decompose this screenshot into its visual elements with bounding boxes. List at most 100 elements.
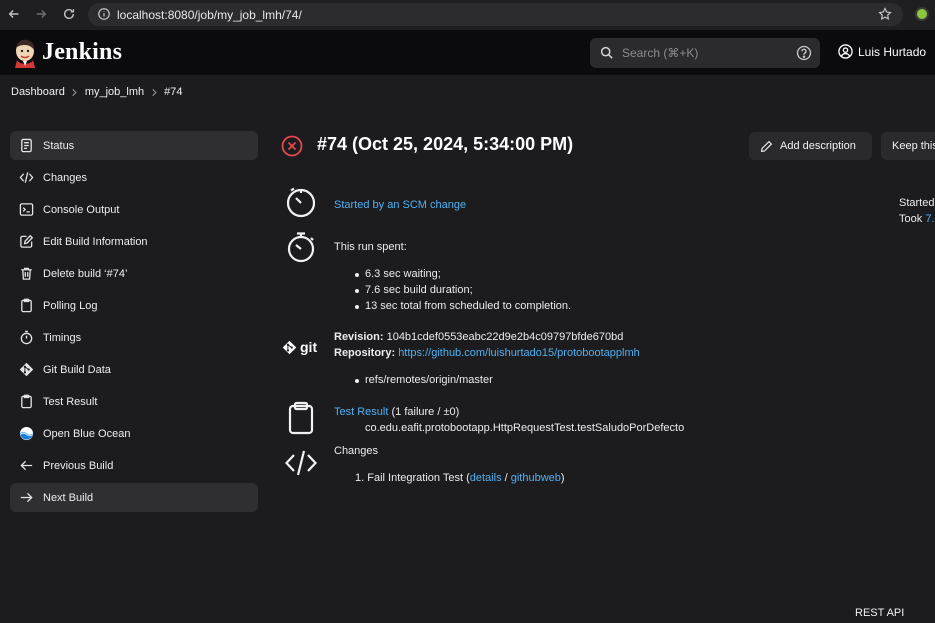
sidebar-item-changes[interactable]: Changes	[10, 163, 258, 192]
test-result-link[interactable]: Test Result	[334, 406, 388, 418]
add-description-label: Add description	[780, 140, 856, 152]
list-item: 6.3 sec waiting;	[354, 268, 571, 284]
edit-icon	[18, 234, 34, 250]
page-title: #74 (Oct 25, 2024, 5:34:00 PM)	[317, 134, 574, 154]
sidebar-item-polling-log[interactable]: Polling Log	[10, 291, 258, 320]
git-icon	[18, 362, 34, 378]
sidebar-item-label: Edit Build Information	[43, 235, 148, 248]
took-value-link[interactable]: 7.6	[925, 213, 935, 225]
user-avatar-icon	[838, 44, 853, 59]
help-icon[interactable]	[796, 45, 812, 61]
arrow-right-icon	[36, 10, 47, 18]
arrow-left-icon	[8, 10, 19, 18]
run-spent-list: 6.3 sec waiting; 7.6 sec build duration;…	[354, 268, 571, 316]
user-name[interactable]: Luis Hurtado	[858, 45, 926, 59]
failed-test-link[interactable]: co.edu.eafit.protobootapp.HttpRequestTes…	[365, 422, 684, 434]
arrow-left-icon	[18, 458, 34, 474]
run-spent-label: This run spent:	[334, 241, 407, 253]
sidebar-item-label: Delete build ‘#74’	[43, 267, 128, 280]
test-result-row: Test Result (1 failure / ±0)	[334, 406, 459, 418]
build-meta: Started Took 7.6	[899, 195, 935, 227]
back-button[interactable]	[6, 6, 22, 22]
repository-link[interactable]: https://github.com/luishurtado15/protobo…	[398, 347, 640, 359]
change-entry: 1. Fail Integration Test (details / gith…	[355, 472, 565, 484]
keep-build-label: Keep this	[892, 140, 935, 152]
chevron-right-icon	[144, 86, 164, 98]
change-text: Fail Integration Test (	[367, 472, 470, 484]
arrow-right-icon	[18, 490, 34, 506]
code-icon	[284, 446, 318, 480]
sidebar-item-status[interactable]: Status	[10, 131, 258, 160]
address-bar[interactable]: localhost:8080/job/my_job_lmh/74/	[88, 3, 903, 26]
list-item: 13 sec total from scheduled to completio…	[354, 300, 571, 316]
search-box[interactable]	[590, 38, 820, 68]
sidebar-item-label: Changes	[43, 171, 88, 184]
repository-row: Repository: https://github.com/luishurta…	[334, 347, 640, 359]
search-input[interactable]	[618, 38, 788, 68]
change-number: 1.	[355, 472, 365, 484]
jenkins-brand[interactable]: Jenkins	[42, 39, 122, 66]
sidebar-item-console-output[interactable]: Console Output	[10, 195, 258, 224]
git-wordmark: git	[300, 339, 318, 355]
list-item: 7.6 sec build duration;	[354, 284, 571, 300]
stopwatch-icon	[18, 330, 34, 346]
reload-button[interactable]	[61, 6, 77, 22]
repository-label: Repository:	[334, 347, 396, 359]
keep-build-button[interactable]: Keep this	[881, 132, 935, 160]
cause-link[interactable]: Started by an SCM change	[334, 199, 466, 211]
sidebar-item-test-result[interactable]: Test Result	[10, 387, 258, 416]
add-description-button[interactable]: Add description	[749, 132, 872, 160]
change-details-link[interactable]: details	[470, 472, 502, 484]
sidebar-item-label: Open Blue Ocean	[43, 427, 131, 440]
terminal-icon	[18, 202, 34, 218]
took-label: Took	[899, 213, 923, 225]
change-close: )	[560, 472, 565, 484]
breadcrumb-build[interactable]: #74	[164, 86, 182, 98]
sidebar-item-label: Git Build Data	[43, 363, 111, 376]
rest-api-link[interactable]: REST API	[855, 607, 904, 619]
revision-value: 104b1cdef0553eabc22d9e2b4c09797bfde670bd	[386, 331, 624, 343]
jenkins-logo-icon[interactable]	[12, 38, 38, 68]
sidebar-item-label: Previous Build	[43, 459, 114, 472]
jenkins-header: Jenkins Luis Hurtado	[0, 30, 935, 75]
clipboard-icon	[18, 298, 34, 314]
sidebar-item-open-blue-ocean[interactable]: Open Blue Ocean	[10, 419, 258, 448]
test-result-summary: (1 failure / ±0)	[391, 406, 460, 418]
revision-row: Revision: 104b1cdef0553eabc22d9e2b4c0979…	[334, 331, 623, 343]
clipboard-icon	[18, 394, 34, 410]
trash-icon	[18, 266, 34, 282]
sidebar: Status Changes Console Output Edit Build…	[10, 131, 258, 515]
git-icon	[282, 340, 297, 354]
forward-button[interactable]	[33, 6, 49, 22]
breadcrumb-dashboard[interactable]: Dashboard	[11, 86, 65, 98]
breadcrumb-job[interactable]: my_job_lmh	[85, 86, 144, 98]
list-item: refs/remotes/origin/master	[354, 374, 493, 390]
sidebar-item-delete-build[interactable]: Delete build ‘#74’	[10, 259, 258, 288]
bookmark-star-icon[interactable]	[878, 7, 892, 21]
change-githubweb-link[interactable]: githubweb	[511, 472, 561, 484]
search-icon	[600, 46, 613, 59]
change-separator: /	[501, 472, 511, 484]
extension-icon[interactable]	[915, 7, 929, 21]
reload-icon	[63, 8, 75, 20]
chevron-right-icon	[65, 86, 85, 98]
branch-list: refs/remotes/origin/master	[354, 374, 493, 390]
started-label: Started	[899, 197, 935, 209]
sidebar-item-timings[interactable]: Timings	[10, 323, 258, 352]
sidebar-item-label: Test Result	[43, 395, 98, 408]
sidebar-item-label: Status	[43, 139, 75, 152]
sidebar-item-previous-build[interactable]: Previous Build	[10, 451, 258, 480]
browser-toolbar: localhost:8080/job/my_job_lmh/74/	[0, 0, 935, 30]
took-row: Took 7.6	[899, 211, 935, 227]
url-text[interactable]: localhost:8080/job/my_job_lmh/74/	[117, 8, 302, 22]
clipboard-icon	[284, 401, 318, 435]
git-logo: git	[282, 338, 322, 356]
scm-trigger-icon	[284, 185, 318, 219]
site-info-icon[interactable]	[97, 7, 111, 21]
sidebar-item-edit-build-information[interactable]: Edit Build Information	[10, 227, 258, 256]
sidebar-item-git-build-data[interactable]: Git Build Data	[10, 355, 258, 384]
user-menu[interactable]: Luis Hurtado	[838, 44, 926, 59]
status-icon	[18, 138, 34, 154]
sidebar-item-next-build[interactable]: Next Build	[10, 483, 258, 512]
code-icon	[18, 170, 34, 186]
